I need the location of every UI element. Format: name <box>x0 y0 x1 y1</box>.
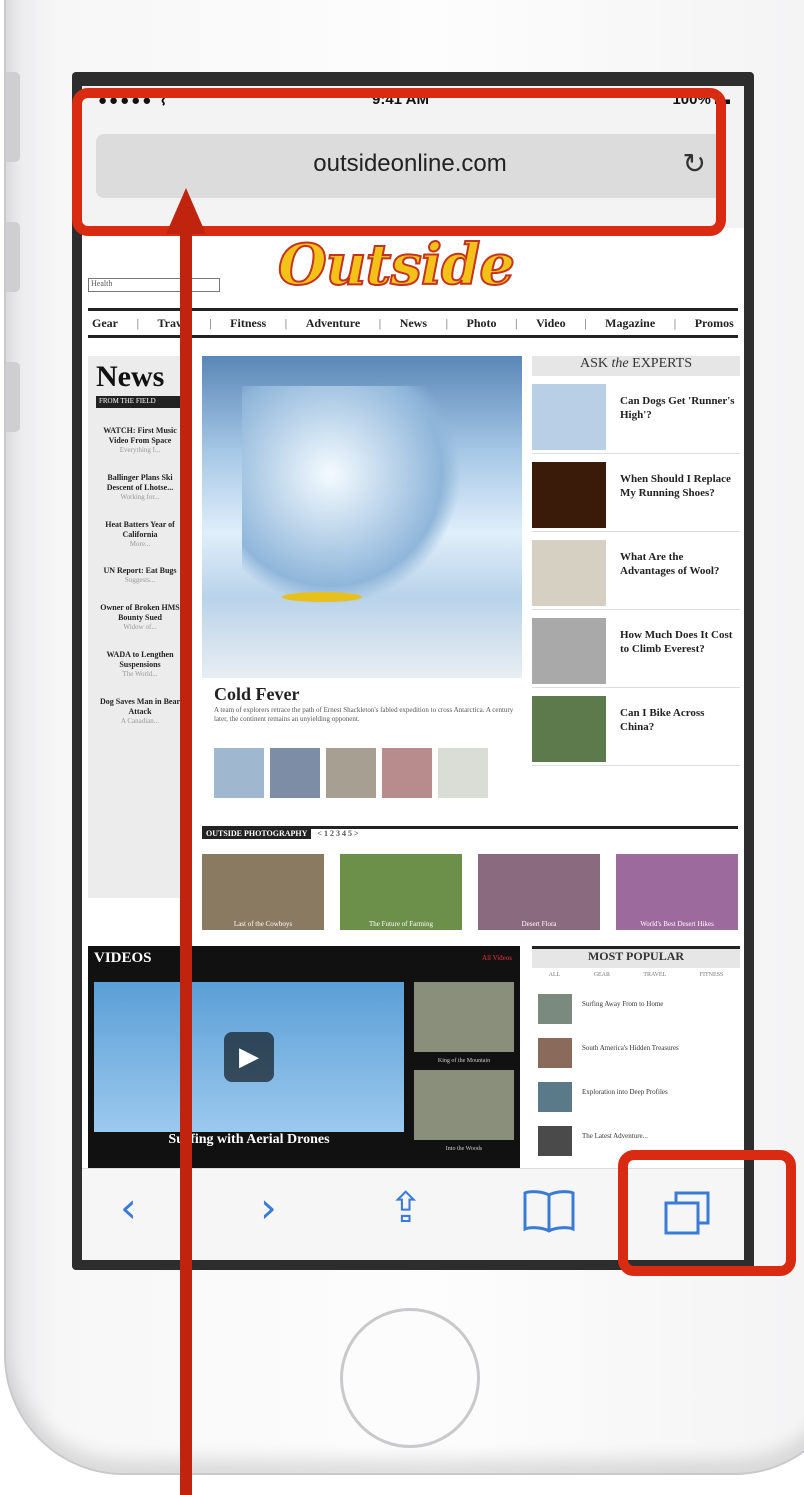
news-item[interactable]: Dog Saves Man in Bear Attack A Canadian..… <box>88 697 192 726</box>
ask-experts-heading: ASK the EXPERTS <box>532 356 740 376</box>
nav-item-adventure[interactable]: Adventure <box>306 316 360 331</box>
videos-heading: VIDEOS <box>94 950 152 966</box>
popular-thumbnail <box>538 1082 572 1112</box>
volume-down-button <box>6 362 20 432</box>
expert-thumbnail <box>532 384 606 450</box>
expert-item[interactable]: How Much Does It Cost to Climb Everest? <box>532 614 740 688</box>
photography-strip: Last of the Cowboys The Future of Farmin… <box>202 854 738 930</box>
news-column: News FROM THE FIELD WATCH: First Music V… <box>88 356 192 898</box>
tab-gear[interactable]: GEAR <box>594 972 610 978</box>
main-video[interactable]: ▶ <box>94 982 404 1132</box>
main-video-caption[interactable]: Surfing with Aerial Drones <box>94 1132 404 1148</box>
hero-text: A team of explorers retrace the path of … <box>214 706 514 724</box>
annotation-box-tabs-button <box>618 1150 796 1276</box>
tab-all[interactable]: ALL <box>549 972 561 978</box>
photo-card[interactable]: Desert Flora <box>478 854 600 930</box>
tab-fitness[interactable]: FITNESS <box>700 972 724 978</box>
news-item[interactable]: WADA to Lengthen Suspensions The World... <box>88 650 192 679</box>
nav-item-news[interactable]: News <box>400 316 427 331</box>
news-item[interactable]: Ballinger Plans Ski Descent of Lhotse...… <box>88 473 192 502</box>
videos-section: VIDEOS All Videos ▶ Surfing with Aerial … <box>88 946 520 1168</box>
thumbnail[interactable] <box>382 748 432 798</box>
photography-pager[interactable]: < 1 2 3 4 5 > <box>317 829 358 838</box>
popular-item[interactable]: South America's Hidden Treasures <box>538 1036 738 1070</box>
photography-heading: OUTSIDE PHOTOGRAPHY < 1 2 3 4 5 > <box>202 826 738 840</box>
popular-thumbnail <box>538 994 572 1024</box>
nav-item-magazine[interactable]: Magazine <box>605 316 655 331</box>
nav-item-video[interactable]: Video <box>536 316 566 331</box>
expert-thumbnail <box>532 540 606 606</box>
volume-up-button <box>6 222 20 292</box>
expert-item[interactable]: Can Dogs Get 'Runner's High'? <box>532 380 740 454</box>
section-select[interactable]: Health <box>88 278 220 292</box>
bookmarks-icon[interactable] <box>522 1189 576 1242</box>
back-icon[interactable]: ‹ <box>120 1183 137 1232</box>
popular-item[interactable]: Exploration into Deep Profiles <box>538 1080 738 1114</box>
nav-item-promos[interactable]: Promos <box>695 316 734 331</box>
kayak-shape <box>282 592 362 602</box>
hero-image[interactable] <box>202 356 522 678</box>
photo-card[interactable]: Last of the Cowboys <box>202 854 324 930</box>
news-item[interactable]: WATCH: First Music Video From Space Every… <box>88 426 192 455</box>
nav-item-photo[interactable]: Photo <box>467 316 497 331</box>
thumbnail[interactable] <box>214 748 264 798</box>
hero-thumbnails <box>214 748 488 798</box>
news-item[interactable]: UN Report: Eat Bugs Suggests... <box>88 566 192 585</box>
expert-item[interactable]: What Are the Advantages of Wool? <box>532 536 740 610</box>
expert-item[interactable]: When Should I Replace My Running Shoes? <box>532 458 740 532</box>
side-video[interactable]: Into the Woods <box>414 1070 514 1152</box>
news-heading: News <box>96 360 165 393</box>
annotation-arrow-head <box>166 188 206 234</box>
mute-switch <box>6 72 20 162</box>
expert-thumbnail <box>532 696 606 762</box>
annotation-arrow-line <box>180 232 192 1495</box>
side-video[interactable]: King of the Mountain <box>414 982 514 1064</box>
forward-icon[interactable]: › <box>260 1183 277 1232</box>
popular-thumbnail <box>538 1126 572 1156</box>
screenshot-stage: ●●●●● ⌇ 9:41 AM 100% ▬ outsideonline.com… <box>0 0 804 1495</box>
hero-title[interactable]: Cold Fever <box>214 684 299 705</box>
site-logo[interactable]: Outside <box>277 231 516 299</box>
tab-travel[interactable]: TRAVEL <box>643 972 666 978</box>
popular-item[interactable]: Surfing Away From to Home <box>538 992 738 1026</box>
news-item[interactable]: Owner of Broken HMS Bounty Sued Widow of.… <box>88 603 192 632</box>
expert-thumbnail <box>532 618 606 684</box>
expert-item[interactable]: Can I Bike Across China? <box>532 692 740 766</box>
news-item[interactable]: Heat Batters Year of California More... <box>88 520 192 549</box>
expert-thumbnail <box>532 462 606 528</box>
most-popular-tabs: ALL GEAR TRAVEL FITNESS <box>532 972 740 978</box>
most-popular-heading: MOST POPULAR <box>532 946 740 968</box>
nav-item-fitness[interactable]: Fitness <box>230 316 266 331</box>
share-icon[interactable]: ⇪ <box>388 1183 423 1232</box>
thumbnail[interactable] <box>438 748 488 798</box>
photo-card[interactable]: The Future of Farming <box>340 854 462 930</box>
news-subheading: FROM THE FIELD <box>96 396 184 408</box>
nav-item-gear[interactable]: Gear <box>92 316 118 331</box>
photo-card[interactable]: World's Best Desert Hikes <box>616 854 738 930</box>
all-videos-link[interactable]: All Videos <box>482 954 512 962</box>
thumbnail[interactable] <box>326 748 376 798</box>
popular-thumbnail <box>538 1038 572 1068</box>
play-icon[interactable]: ▶ <box>224 1032 274 1082</box>
bookmarks-icon-svg <box>523 1190 575 1233</box>
home-button[interactable] <box>340 1308 480 1448</box>
thumbnail[interactable] <box>270 748 320 798</box>
